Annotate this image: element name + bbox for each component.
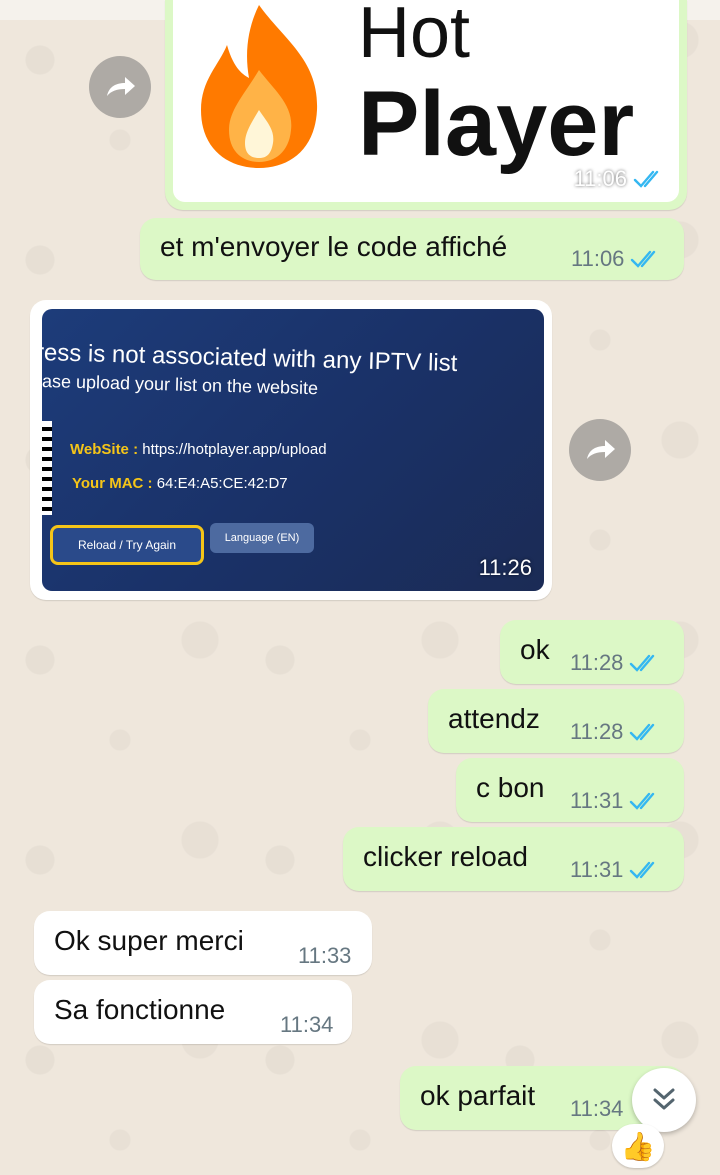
message-meta: 11:28	[570, 719, 661, 745]
forward-button[interactable]	[89, 56, 151, 118]
scroll-to-bottom-button[interactable]	[632, 1068, 696, 1132]
message-time: 11:26	[478, 555, 532, 580]
message-time: 11:33	[298, 943, 352, 968]
tv-screen-image: ress is not associated with any IPTV lis…	[42, 309, 544, 591]
message-text: ok	[520, 634, 550, 665]
double-check-icon	[630, 723, 655, 741]
message-time: 11:06	[571, 246, 625, 271]
message-time: 11:28	[570, 650, 624, 675]
message-text: clicker reload	[363, 841, 528, 872]
message-meta: 11:28	[570, 650, 661, 676]
message-meta: 11:33	[298, 943, 351, 969]
double-check-icon	[630, 654, 655, 672]
double-chevron-down-icon	[653, 1088, 675, 1110]
tv-website-row: WebSite : https://hotplayer.app/upload	[70, 441, 327, 458]
forward-button[interactable]	[569, 419, 631, 481]
image-message-tv[interactable]: ress is not associated with any IPTV lis…	[30, 300, 552, 600]
message-time: 11:34	[280, 1012, 334, 1037]
image-message-logo[interactable]: Hot Player 11:06	[165, 0, 687, 210]
message-text: et m'envoyer le code affiché	[160, 231, 508, 262]
logo-image-meta: 11:06	[574, 166, 665, 192]
forward-icon	[587, 440, 615, 459]
message-time: 11:28	[570, 719, 624, 744]
thumbs-up-icon: 👍	[620, 1130, 656, 1162]
message-bubble[interactable]: c bon 11:31	[456, 758, 684, 822]
message-bubble[interactable]: et m'envoyer le code affiché 11:06	[140, 218, 684, 280]
message-bubble[interactable]: attendz 11:28	[428, 689, 684, 753]
message-time: 11:31	[570, 788, 624, 813]
message-meta: 11:31	[570, 857, 661, 883]
message-text: ok parfait	[420, 1080, 536, 1111]
message-time: 11:06	[573, 166, 627, 191]
tv-website-value: https://hotplayer.app/upload	[142, 441, 327, 458]
message-time: 11:31	[570, 857, 624, 882]
forward-icon	[107, 77, 135, 96]
tv-mac-row: Your MAC : 64:E4:A5:CE:42:D7	[72, 475, 288, 492]
message-text: attendz	[448, 703, 540, 734]
tv-language-button: Language (EN)	[210, 523, 314, 553]
message-bubble[interactable]: Sa fonctionne 11:34	[34, 980, 352, 1044]
tv-mac-label: Your MAC :	[72, 475, 153, 492]
tv-notice-line2: ase upload your list on the website	[42, 371, 319, 399]
message-meta: 11:31	[570, 788, 661, 814]
flame-logo-icon	[201, 5, 318, 168]
double-check-icon	[631, 250, 656, 268]
message-bubble[interactable]: ok 11:28	[500, 620, 684, 684]
double-check-icon	[630, 792, 655, 810]
message-bubble[interactable]: Ok super merci 11:33	[34, 911, 372, 975]
double-check-icon	[630, 861, 655, 879]
tv-mac-value: 64:E4:A5:CE:42:D7	[156, 475, 288, 492]
message-meta: 11:34	[570, 1096, 623, 1122]
tv-reload-button: Reload / Try Again	[50, 525, 204, 565]
logo-text-hot: Hot	[358, 0, 471, 73]
message-bubble[interactable]: clicker reload 11:31	[343, 827, 684, 891]
message-text: Ok super merci	[54, 925, 244, 956]
logo-text-player: Player	[358, 73, 635, 175]
reaction-badge[interactable]: 👍	[612, 1124, 664, 1168]
message-meta: 11:34	[280, 1012, 333, 1038]
double-check-icon	[633, 170, 659, 188]
message-time: 11:34	[570, 1096, 624, 1121]
message-text: Sa fonctionne	[54, 994, 226, 1025]
tv-website-label: WebSite :	[70, 441, 139, 458]
message-meta: 11:06	[571, 246, 662, 272]
message-text: c bon	[476, 772, 545, 803]
logo-image: Hot Player 11:06	[173, 0, 679, 202]
tv-qr-code	[42, 421, 52, 515]
